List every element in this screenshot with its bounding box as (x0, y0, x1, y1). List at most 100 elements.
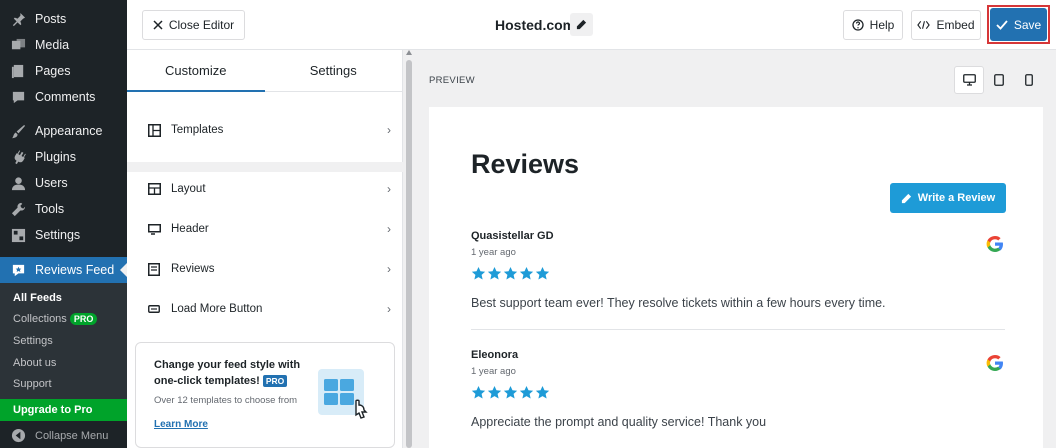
review-time: 1 year ago (471, 247, 516, 258)
reviewer-name: Eleonora (471, 349, 519, 361)
mobile-icon (1025, 74, 1033, 86)
wp-submenu-about[interactable]: About us (0, 352, 127, 374)
pencil-icon (901, 193, 911, 203)
customizer-scrollbar[interactable] (405, 50, 413, 448)
star-icon (503, 385, 518, 399)
wp-admin-sidebar: Posts Media Pages Comments Appearance Pl… (0, 0, 127, 448)
desktop-view-button[interactable] (954, 66, 984, 94)
star-icon (487, 266, 502, 280)
layout-icon (147, 182, 161, 196)
wp-submenu-support[interactable]: Support (0, 373, 127, 395)
templates-promo-card: Change your feed style with one-click te… (135, 342, 395, 448)
brush-icon (10, 123, 26, 139)
scroll-up-arrow[interactable] (406, 50, 412, 55)
review-text: Best support team ever! They resolve tic… (471, 296, 886, 310)
write-review-button[interactable]: Write a Review (890, 183, 1006, 213)
pencil-icon (576, 19, 587, 30)
wp-menu-comments[interactable]: Comments (0, 84, 127, 110)
pages-icon (10, 63, 26, 79)
mobile-view-button[interactable] (1014, 66, 1044, 94)
device-switcher (954, 66, 1044, 94)
tab-customize[interactable]: Customize (127, 50, 265, 92)
wp-collapse-menu[interactable]: Collapse Menu (0, 423, 127, 448)
header-icon (147, 222, 161, 236)
plugin-icon (10, 149, 26, 165)
chevron-right-icon: › (387, 302, 391, 316)
wp-submenu-settings[interactable]: Settings (0, 330, 127, 352)
wp-menu-label: Plugins (35, 150, 76, 164)
wp-menu-settings[interactable]: Settings (0, 222, 127, 248)
wp-menu-label: Collapse Menu (35, 429, 109, 442)
tab-settings[interactable]: Settings (265, 50, 403, 91)
wp-menu-posts[interactable]: Posts (0, 6, 127, 32)
chevron-right-icon: › (387, 222, 391, 236)
wp-submenu-label: Collections (13, 313, 67, 326)
collapse-icon (10, 428, 26, 444)
review-text: Appreciate the prompt and quality servic… (471, 415, 767, 429)
wp-upgrade-link[interactable]: Upgrade to Pro (0, 398, 127, 421)
edit-title-button[interactable] (570, 13, 593, 36)
tablet-view-button[interactable] (984, 66, 1014, 94)
star-icon (471, 266, 486, 280)
reviews-icon (147, 262, 161, 276)
menu-label: Layout (171, 183, 206, 195)
pro-badge: PRO (69, 313, 98, 326)
pin-icon (10, 11, 26, 27)
templates-illustration-icon (318, 369, 368, 419)
google-icon (986, 355, 1003, 371)
wp-menu-users[interactable]: Users (0, 170, 127, 196)
help-button[interactable]: Help (843, 10, 903, 40)
close-editor-label: Close Editor (168, 18, 235, 32)
menu-label: Templates (171, 124, 224, 136)
wp-menu-label: Posts (35, 12, 67, 26)
wp-menu-plugins[interactable]: Plugins (0, 144, 127, 170)
wp-menu-reviews-feed[interactable]: Reviews Feed (0, 257, 127, 283)
reviews-feed-icon (10, 262, 26, 278)
wp-menu-label: Reviews Feed (35, 263, 115, 277)
review-item: Quasistellar GD 1 year ago Best support … (471, 230, 1005, 310)
menu-load-more[interactable]: Load More Button › (127, 290, 403, 328)
embed-button[interactable]: Embed (911, 10, 981, 40)
checkmark-icon (996, 19, 1008, 30)
menu-templates[interactable]: Templates › (127, 111, 403, 149)
wp-submenu-all-feeds[interactable]: All Feeds (0, 287, 127, 309)
reviewer-name: Quasistellar GD (471, 230, 554, 242)
save-button[interactable]: Save (990, 8, 1047, 41)
star-icon (487, 385, 502, 399)
chevron-right-icon: › (387, 123, 391, 137)
editor-topbar: Close Editor Hosted.com Help Embed Save (127, 0, 1056, 50)
review-item: Eleonora 1 year ago Appreciate the promp… (471, 349, 1005, 429)
menu-reviews[interactable]: Reviews › (127, 250, 403, 288)
preview-area: PREVIEW Reviews Write a Review Quasistel… (414, 50, 1056, 448)
menu-header[interactable]: Header › (127, 210, 403, 248)
star-icon (535, 266, 550, 280)
review-time: 1 year ago (471, 366, 516, 377)
close-editor-button[interactable]: Close Editor (142, 10, 245, 40)
star-icon (471, 385, 486, 399)
help-icon (852, 19, 864, 31)
tablet-icon (994, 74, 1004, 86)
desktop-icon (962, 74, 976, 86)
wp-submenu: All Feeds Collections PRO Settings About… (0, 283, 127, 399)
save-label: Save (1013, 17, 1042, 32)
wp-menu-tools[interactable]: Tools (0, 196, 127, 222)
feed-title: Hosted.com (495, 17, 576, 33)
wp-submenu-collections[interactable]: Collections PRO (0, 309, 127, 331)
wp-menu-pages[interactable]: Pages (0, 58, 127, 84)
scroll-thumb[interactable] (406, 60, 412, 448)
wrench-icon (10, 201, 26, 217)
chevron-right-icon: › (387, 182, 391, 196)
star-icon (503, 266, 518, 280)
load-more-icon (147, 302, 161, 316)
wp-menu-media[interactable]: Media (0, 32, 127, 58)
google-icon (986, 236, 1003, 252)
menu-layout[interactable]: Layout › (127, 170, 403, 208)
customizer-tabs: Customize Settings (127, 50, 402, 92)
templates-icon (147, 123, 161, 137)
menu-label: Load More Button (171, 303, 263, 315)
promo-title: Change your feed style with one-click te… (154, 357, 324, 389)
preview-label: PREVIEW (429, 75, 475, 86)
reviews-heading: Reviews (471, 149, 580, 179)
wp-menu-appearance[interactable]: Appearance (0, 118, 127, 144)
review-divider (471, 329, 1005, 330)
